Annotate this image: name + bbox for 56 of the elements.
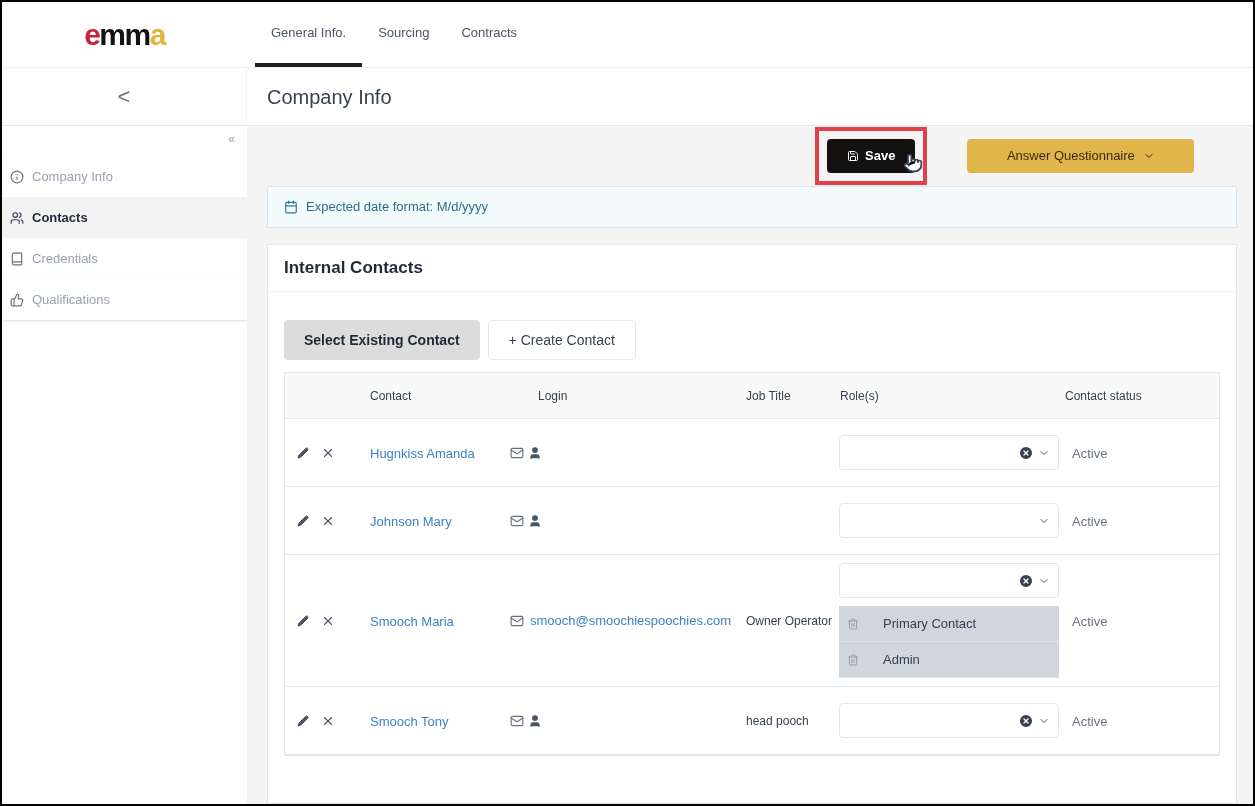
mail-icon[interactable] [510, 445, 524, 460]
edit-icon[interactable] [297, 446, 309, 459]
user-icon[interactable] [528, 513, 542, 528]
nav-tab[interactable]: Contracts [445, 2, 534, 67]
status-text: Active [1072, 713, 1108, 729]
contact-link[interactable]: Hugnkiss Amanda [370, 445, 475, 461]
questionnaire-button[interactable]: Answer Questionnaire [967, 139, 1195, 173]
sidebar-item[interactable]: Qualifications [2, 279, 247, 320]
save-icon [847, 150, 859, 162]
nav-tab[interactable]: Sourcing [362, 2, 446, 67]
edit-icon[interactable] [297, 614, 309, 627]
contact-link[interactable]: Johnson Mary [370, 513, 452, 529]
book-icon [10, 251, 24, 266]
user-icon[interactable] [528, 713, 542, 728]
column-header: Login [537, 387, 569, 405]
email-link[interactable]: smooch@smoochiespoochies.com [530, 610, 732, 631]
nav-tab[interactable]: General Info. [255, 2, 363, 67]
mail-icon [510, 613, 524, 628]
user-icon[interactable] [528, 445, 542, 460]
job-title: Owner Operator [746, 613, 833, 628]
contact-action-tab[interactable]: Select Existing Contact [284, 320, 480, 360]
contact-action-tab[interactable]: + Create Contact [487, 320, 636, 360]
status-text: Active [1072, 445, 1108, 461]
sidebar-item[interactable]: Credentials [2, 238, 247, 279]
role-label: Admin [883, 650, 920, 669]
section-title: Internal Contacts [284, 257, 423, 280]
back-button[interactable]: < [117, 80, 131, 113]
sidebar-item[interactable]: Company Info [2, 156, 247, 197]
hand-cursor-icon [903, 153, 924, 173]
clear-icon[interactable] [1018, 572, 1034, 589]
column-header: Contact [370, 387, 413, 405]
page-title: Company Info [267, 84, 392, 110]
contact-link[interactable]: Smooch Maria [370, 613, 454, 629]
mail-icon[interactable] [510, 713, 524, 728]
job-title: head pooch [746, 713, 809, 728]
status-text: Active [1072, 613, 1108, 629]
users-icon [10, 210, 24, 225]
clear-icon[interactable] [1018, 444, 1034, 461]
role-label: Primary Contact [883, 614, 977, 633]
contact-link[interactable]: Smooch Tony [370, 713, 449, 729]
info-banner: Expected date format: M/d/yyyy [267, 186, 1237, 228]
column-header: Job Title [745, 387, 792, 405]
save-button[interactable]: Save [827, 139, 916, 173]
sidebar-item[interactable]: Contacts [2, 197, 247, 238]
thumbs-up-icon [10, 292, 24, 307]
edit-icon[interactable] [297, 714, 309, 727]
clear-icon[interactable] [1018, 712, 1034, 729]
calendar-icon [284, 200, 298, 214]
edit-icon[interactable] [297, 514, 309, 527]
column-header: Role(s) [839, 387, 880, 405]
column-header: Contact status [1064, 387, 1142, 405]
collapse-button[interactable]: « [228, 130, 235, 148]
info-icon [10, 169, 24, 184]
status-text: Active [1072, 513, 1108, 529]
mail-icon[interactable] [510, 513, 524, 528]
logo: emma [84, 19, 165, 50]
